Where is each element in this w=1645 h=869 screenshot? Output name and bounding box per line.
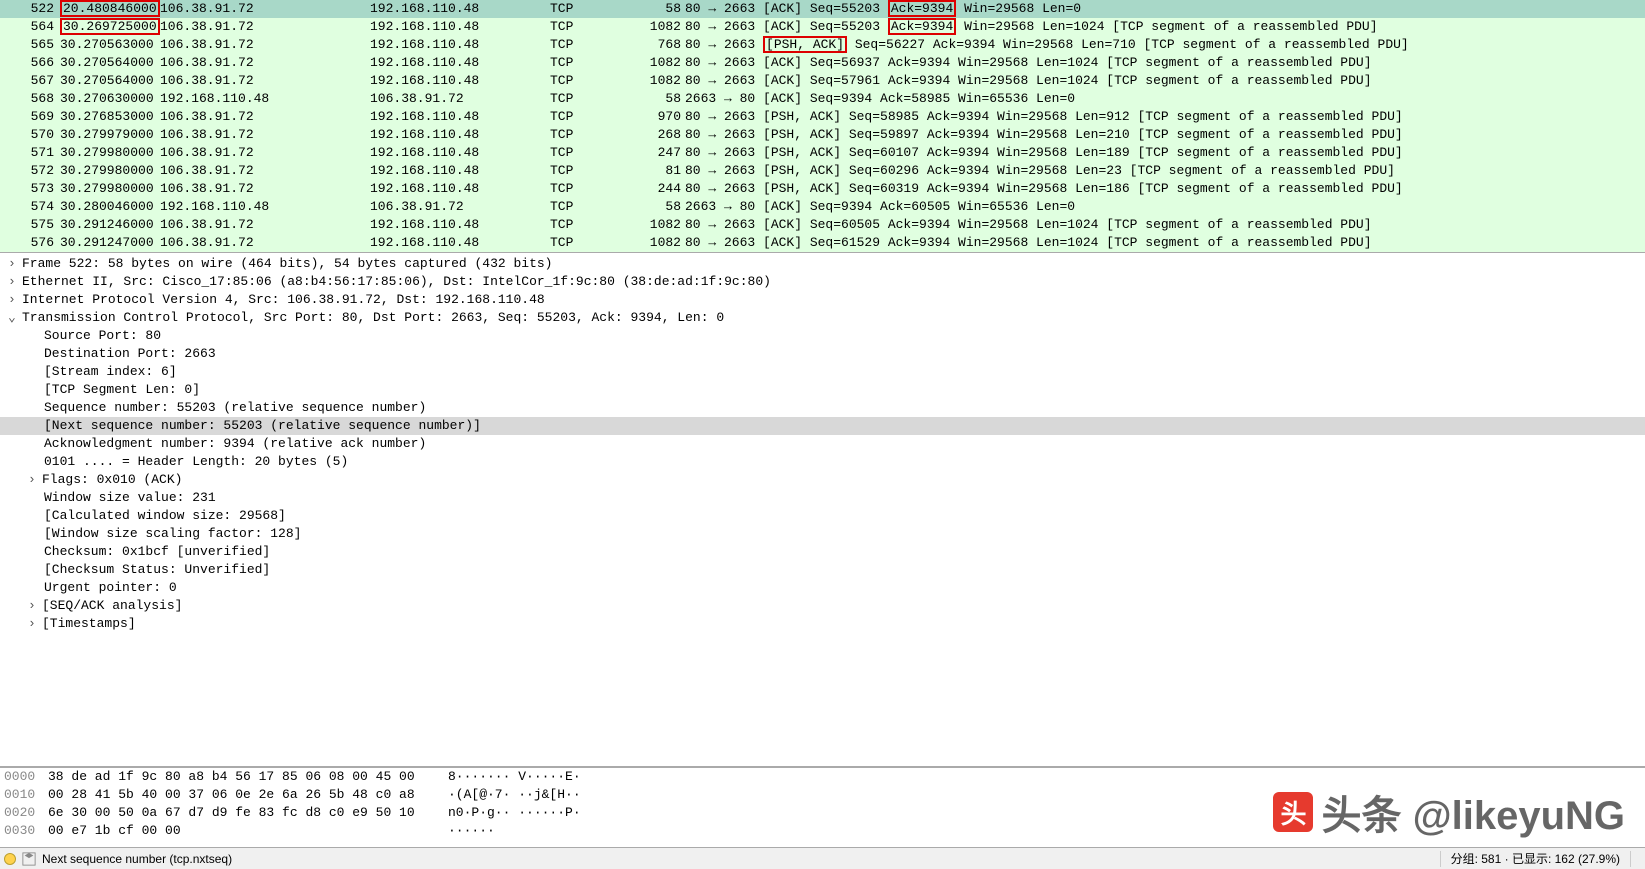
tree-urg[interactable]: Urgent pointer: 0 (0, 579, 1645, 597)
tree-flags[interactable]: ›Flags: 0x010 (ACK) (0, 471, 1645, 489)
status-left-text: Next sequence number (tcp.nxtseq) (42, 852, 232, 866)
tree-tcp[interactable]: ⌄Transmission Control Protocol, Src Port… (0, 309, 1645, 327)
hex-row[interactable]: 003000 e7 1b cf 00 00······ (0, 822, 1645, 840)
packet-row[interactable]: 57530.291246000 106.38.91.72192.168.110.… (0, 216, 1645, 234)
packet-row[interactable]: 57630.291247000 106.38.91.72192.168.110.… (0, 234, 1645, 252)
tree-stream[interactable]: [Stream index: 6] (0, 363, 1645, 381)
hex-row[interactable]: 000038 de ad 1f 9c 80 a8 b4 56 17 85 06 … (0, 768, 1645, 786)
tree-ethernet[interactable]: ›Ethernet II, Src: Cisco_17:85:06 (a8:b4… (0, 273, 1645, 291)
tree-ip[interactable]: ›Internet Protocol Version 4, Src: 106.3… (0, 291, 1645, 309)
status-right-text: 分组: 581 · 已显示: 162 (27.9%) (1451, 850, 1620, 867)
tree-dstport[interactable]: Destination Port: 2663 (0, 345, 1645, 363)
status-dot-icon (4, 853, 16, 865)
tree-frame[interactable]: ›Frame 522: 58 bytes on wire (464 bits),… (0, 255, 1645, 273)
packet-row[interactable]: 57230.279980000 106.38.91.72192.168.110.… (0, 162, 1645, 180)
packet-row[interactable]: 57030.279979000 106.38.91.72192.168.110.… (0, 126, 1645, 144)
hex-row[interactable]: 001000 28 41 5b 40 00 37 06 0e 2e 6a 26 … (0, 786, 1645, 804)
packet-row[interactable]: 56530.270563000 106.38.91.72192.168.110.… (0, 36, 1645, 54)
hex-pane[interactable]: 000038 de ad 1f 9c 80 a8 b4 56 17 85 06 … (0, 767, 1645, 847)
tree-cksumstat[interactable]: [Checksum Status: Unverified] (0, 561, 1645, 579)
packet-row[interactable]: 56930.276853000 106.38.91.72192.168.110.… (0, 108, 1645, 126)
packet-row[interactable]: 56730.270564000 106.38.91.72192.168.110.… (0, 72, 1645, 90)
tree-seqack[interactable]: ›[SEQ/ACK analysis] (0, 597, 1645, 615)
packet-row[interactable]: 57430.280046000 192.168.110.48106.38.91.… (0, 198, 1645, 216)
tree-calcwin[interactable]: [Calculated window size: 29568] (0, 507, 1645, 525)
packet-row[interactable]: 56430.269725000 106.38.91.72192.168.110.… (0, 18, 1645, 36)
tree-winscale[interactable]: [Window size scaling factor: 128] (0, 525, 1645, 543)
tree-timestamps[interactable]: ›[Timestamps] (0, 615, 1645, 633)
packet-row[interactable]: 57330.279980000 106.38.91.72192.168.110.… (0, 180, 1645, 198)
packet-row[interactable]: 56630.270564000 106.38.91.72192.168.110.… (0, 54, 1645, 72)
packet-row[interactable]: 56830.270630000 192.168.110.48106.38.91.… (0, 90, 1645, 108)
packet-list[interactable]: 52220.480846000 106.38.91.72192.168.110.… (0, 0, 1645, 253)
packet-row[interactable]: 57130.279980000 106.38.91.72192.168.110.… (0, 144, 1645, 162)
status-bar: Next sequence number (tcp.nxtseq) 分组: 58… (0, 847, 1645, 869)
packet-row[interactable]: 52220.480846000 106.38.91.72192.168.110.… (0, 0, 1645, 18)
hex-row[interactable]: 00206e 30 00 50 0a 67 d7 d9 fe 83 fc d8 … (0, 804, 1645, 822)
tree-win[interactable]: Window size value: 231 (0, 489, 1645, 507)
status-filter-icon (22, 852, 36, 866)
tree-ack[interactable]: Acknowledgment number: 9394 (relative ac… (0, 435, 1645, 453)
packet-detail-pane[interactable]: ›Frame 522: 58 bytes on wire (464 bits),… (0, 253, 1645, 767)
tree-srcport[interactable]: Source Port: 80 (0, 327, 1645, 345)
tree-cksum[interactable]: Checksum: 0x1bcf [unverified] (0, 543, 1645, 561)
tree-seglen[interactable]: [TCP Segment Len: 0] (0, 381, 1645, 399)
tree-hdrlen[interactable]: 0101 .... = Header Length: 20 bytes (5) (0, 453, 1645, 471)
tree-nextseq[interactable]: [Next sequence number: 55203 (relative s… (0, 417, 1645, 435)
tree-seq[interactable]: Sequence number: 55203 (relative sequenc… (0, 399, 1645, 417)
